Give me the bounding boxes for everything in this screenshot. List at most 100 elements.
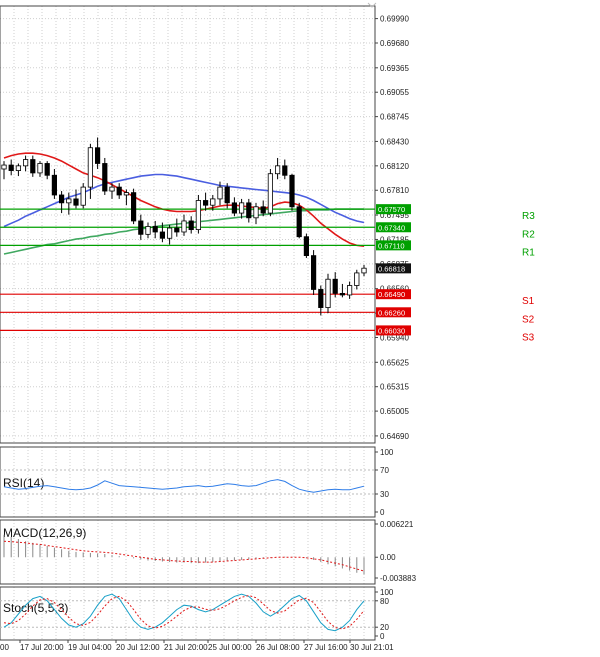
candle [95, 137, 101, 169]
chart-canvas: R3 R2 R1 S1 S2 S3 0.69990 0.69680 0.69365 0.6905… [0, 2, 535, 652]
candle-body-up [145, 226, 151, 235]
candle [138, 214, 144, 240]
candle [44, 161, 50, 180]
candle-body-up [346, 285, 353, 296]
candle-body-up [325, 278, 331, 308]
candle [181, 214, 187, 236]
candle [267, 168, 274, 217]
candle [231, 197, 237, 217]
candle-body-down [188, 220, 194, 231]
candle-body-down [102, 163, 108, 192]
osc-tick-label: 70 [380, 466, 389, 475]
price-panel-frame [0, 5, 376, 444]
candle-body-down [332, 278, 338, 294]
candle-body-down [138, 220, 144, 235]
candle [73, 189, 79, 209]
rsi-panel-frame [0, 446, 376, 518]
candle-body-down [296, 206, 302, 238]
price-tick-label: 0.68745 [380, 113, 409, 122]
candle [332, 272, 338, 298]
osc-tick-label: 100 [380, 588, 394, 597]
macd-title: MACD(12,26,9) [3, 526, 86, 540]
level-tag-label-r1: 0.67110 [378, 241, 405, 250]
candle [59, 191, 65, 214]
price-tick-label: 0.65005 [380, 407, 409, 416]
candle [145, 222, 151, 239]
candle [282, 159, 288, 180]
candle-body-up [66, 198, 72, 204]
osc-tick-label: 20 [380, 623, 389, 632]
candle-body-up [217, 186, 223, 200]
candle [102, 157, 108, 195]
candle [116, 183, 122, 199]
candle-body-down [231, 202, 237, 214]
candle [166, 224, 173, 245]
candle [51, 168, 58, 199]
level-tag-label-s2: 0.66260 [378, 308, 405, 317]
level-name-s3: S3 [522, 332, 535, 343]
price-tags: 0.67570 0.67340 0.67110 0.66490 0.66260 0.660… [376, 204, 411, 336]
candle [152, 220, 158, 239]
level-name-r1: R1 [522, 247, 535, 258]
level-name-s1: S1 [522, 296, 535, 307]
candle-body-down [30, 159, 36, 174]
candle-body-down [318, 289, 324, 308]
candle-body-down [260, 206, 266, 214]
candle-body-up [123, 192, 129, 196]
candle-body-up [109, 186, 115, 192]
candle-body-up [37, 163, 43, 174]
level-tag-label-r3: 0.67570 [378, 205, 405, 214]
candle [8, 159, 14, 176]
candle-body-up [274, 165, 281, 175]
candle-body-down [152, 226, 158, 233]
candle [325, 273, 331, 314]
candle [303, 233, 310, 258]
candle [174, 218, 180, 237]
rsi-line [3, 479, 365, 493]
candle-body-down [95, 147, 101, 164]
grid [0, 6, 375, 640]
level-name-r2: R2 [522, 229, 535, 240]
price-tick-label: 0.64690 [380, 432, 409, 441]
candle-body-up [361, 267, 367, 274]
osc-tick-label: 30 [380, 490, 389, 499]
candle-body-down [44, 163, 50, 176]
date-tick-label: 19 Jul 04:00 [68, 643, 112, 652]
candle-body-down [73, 198, 79, 206]
level-name-s2: S2 [522, 314, 535, 325]
candle-body-down [339, 292, 346, 296]
price-tick-label: 0.69990 [380, 15, 409, 24]
level-tag-label-s1: 0.66490 [378, 290, 405, 299]
candle [22, 155, 29, 172]
candle [30, 155, 36, 177]
price-tick-label: 0.69055 [380, 88, 409, 97]
candle-body-up [87, 147, 93, 188]
candle [80, 183, 86, 209]
candle-body-down [116, 186, 122, 196]
date-label-partial: 00 [0, 643, 9, 652]
price-tick-label: 0.68430 [380, 137, 409, 146]
candle-body-down [59, 194, 65, 204]
candle-body-up [15, 165, 22, 171]
candle [238, 198, 245, 219]
candle-body-down [303, 236, 310, 257]
date-tick-label: 30 Jul 21:01 [350, 643, 394, 652]
candle [310, 250, 317, 295]
candle-body-up [354, 272, 360, 286]
candle-body-up [1, 164, 7, 170]
rsi-axis: 100 70 30 0 [375, 448, 394, 517]
date-tick-label: 25 Jul 00:00 [208, 643, 252, 652]
candle [346, 281, 353, 299]
date-tick-label: 27 Jul 16:00 [304, 643, 348, 652]
candle [296, 202, 302, 239]
osc-tick-label: -0.003883 [380, 574, 417, 583]
price-tick-label: 0.69365 [380, 64, 409, 73]
candle-body-up [22, 159, 29, 167]
date-tick-label: 21 Jul 20:00 [164, 643, 208, 652]
candle [289, 173, 295, 211]
osc-tick-label: 0.00 [380, 553, 396, 562]
level-tag-label-r2: 0.67340 [378, 223, 405, 232]
candle-body-up [253, 206, 259, 219]
candle [253, 202, 259, 225]
osc-tick-label: 80 [380, 597, 389, 606]
